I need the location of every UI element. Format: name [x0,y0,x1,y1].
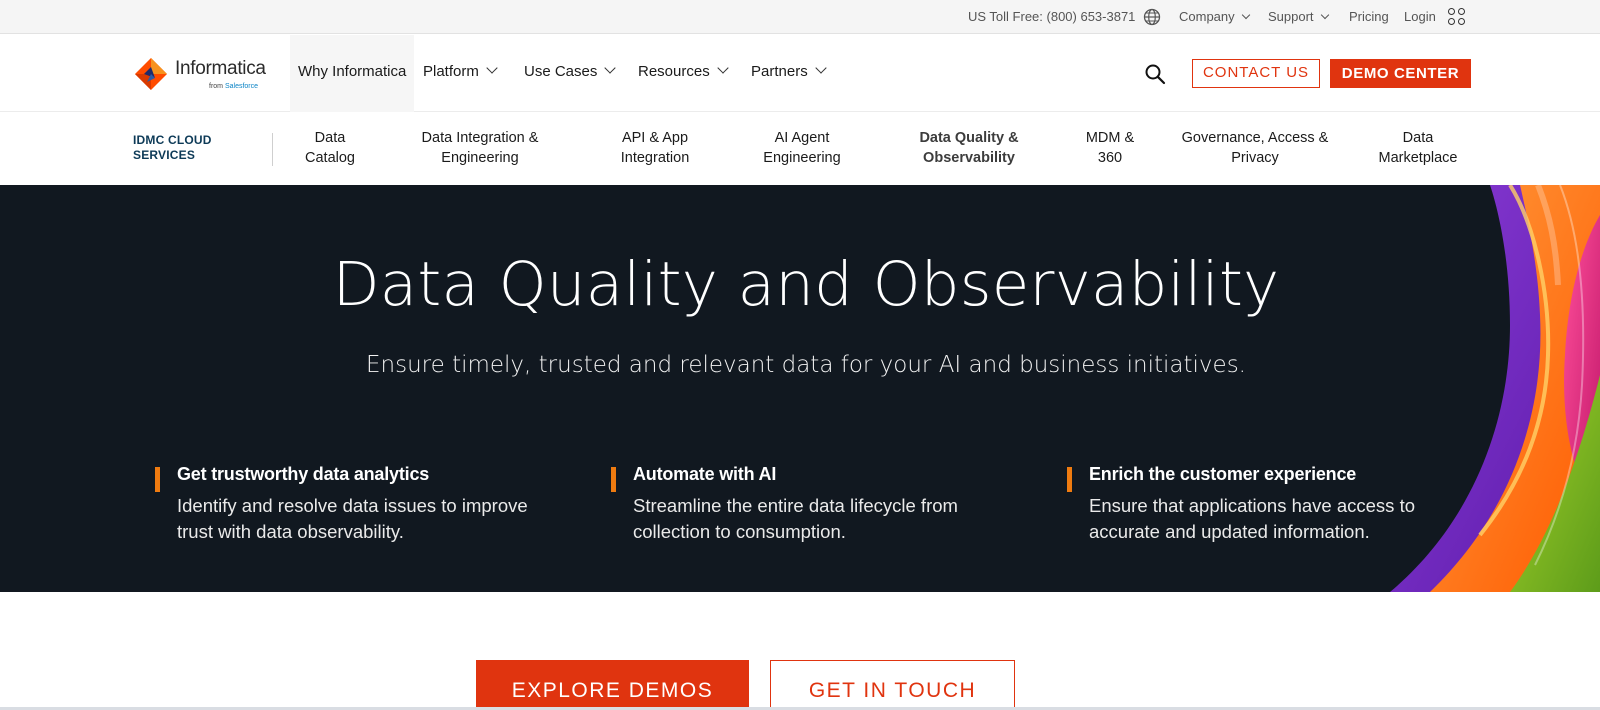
sub-nav-mdm-360[interactable]: MDM & 360 [1086,128,1134,168]
sub-nav-ai-agent-engineering[interactable]: AI Agent Engineering [763,128,840,168]
explore-demos-button[interactable]: EXPLORE DEMOS [476,660,749,710]
sub-nav-label-line2: Marketplace [1378,150,1458,166]
utility-bar: US Toll Free: (800) 653-3871 Company Sup… [0,0,1600,34]
logo-from: from [209,83,223,90]
feature-description-line2: trust with data observability. [177,521,404,542]
feature-description: Identify and resolve data issues to impr… [177,493,577,545]
feature-title: Enrich the customer experience [1089,464,1357,484]
sub-nav-data-integration[interactable]: Data Integration & Engineering [422,128,539,168]
login-link[interactable]: Login [1404,0,1436,34]
sub-nav-data-marketplace[interactable]: Data Marketplace [1379,128,1458,168]
support-menu[interactable]: Support [1268,0,1329,34]
sub-nav-label-line2: Integration [620,150,690,166]
search-icon[interactable] [1144,63,1166,85]
sub-nav-label-line1: Governance, Access & [1181,130,1329,146]
feature-accent-bar [155,467,160,492]
chevron-down-icon [486,62,498,74]
sub-nav-governance[interactable]: Governance, Access & Privacy [1182,128,1329,168]
globe-icon[interactable] [1143,8,1161,26]
sub-nav-data-catalog[interactable]: Data Catalog [305,128,355,168]
feature-description: Ensure that applications have access to a… [1089,493,1489,545]
feature-description-line1: Streamline the entire data lifecycle fro… [633,495,958,516]
hero-banner: Data Quality and Observability Ensure ti… [0,185,1600,592]
sub-nav-label-line2: Observability [923,150,1015,166]
sub-nav-label-line1: AI Agent [774,130,830,146]
feature-description-line1: Ensure that applications have access to [1089,495,1415,516]
feature-title: Get trustworthy data analytics [177,464,430,484]
support-label: Support [1268,9,1314,24]
sub-nav-data-quality-current[interactable]: Data Quality & Observability [919,128,1018,168]
logo-tagline: from Salesforce [209,83,258,90]
chevron-down-icon [1241,10,1250,20]
company-label: Company [1179,9,1235,24]
nav-partners[interactable]: Partners [751,35,827,112]
chevron-down-icon [717,62,729,74]
nav-resources-label: Resources [638,63,710,80]
nav-partners-label: Partners [751,63,808,80]
sub-nav-label-line1: Data [1402,130,1434,146]
logo-wordmark: Informatica [175,58,266,79]
sub-nav-label-line2: Engineering [763,150,841,166]
logo-salesforce: Salesforce [224,83,259,90]
nav-platform[interactable]: Platform [423,35,498,112]
pricing-link[interactable]: Pricing [1349,0,1389,34]
sub-nav-label-line1: Data [314,130,346,146]
sub-nav-label-line2: Privacy [1231,150,1279,166]
nav-platform-label: Platform [423,63,479,80]
sub-navigation: IDMC CLOUD SERVICES Data Catalog Data Int… [0,112,1600,185]
chevron-down-icon [604,62,617,74]
feature-description-line1: Identify and resolve data issues to impr… [177,495,528,516]
feature-accent-bar [611,467,616,492]
nav-why-informatica-label: Why Informatica [298,63,407,80]
sub-nav-label-line1: Data Quality & [919,130,1019,146]
feature-title: Automate with AI [633,464,777,484]
feature-accent-bar [1067,467,1072,492]
sub-nav-api-app-integration[interactable]: API & App Integration [621,128,690,168]
nav-use-cases-label: Use Cases [524,63,598,80]
informatica-logo-icon [135,58,167,90]
nav-why-informatica[interactable]: Why Informatica [290,35,415,112]
nav-resources[interactable]: Resources [638,35,729,112]
get-in-touch-button[interactable]: GET IN TOUCH [770,660,1015,710]
apps-grid-icon[interactable] [1448,8,1466,26]
sub-nav-title[interactable]: IDMC CLOUD SERVICES [133,133,243,163]
sub-nav-label-line2: Catalog [305,150,355,166]
sub-nav-label-line2: 360 [1097,150,1123,166]
sub-nav-label-line1: MDM & [1085,130,1135,146]
chevron-down-icon [1320,10,1329,20]
nav-use-cases[interactable]: Use Cases [524,35,617,112]
feature-customer-experience: Enrich the customer experience Ensure th… [1067,462,1489,545]
sub-nav-label-line1: API & App [621,130,689,146]
chevron-down-icon [815,62,827,74]
feature-description-line2: collection to consumption. [633,521,846,542]
hero-subtitle: Ensure timely, trusted and relevant data… [366,352,1246,378]
informatica-logo[interactable]: Informatica from Salesforce [133,56,273,94]
toll-free-number[interactable]: US Toll Free: (800) 653-3871 [968,0,1135,34]
sub-nav-label-line1: Data Integration & [421,130,539,146]
divider [272,133,273,166]
company-menu[interactable]: Company [1179,0,1250,34]
demo-center-button[interactable]: DEMO CENTER [1330,59,1471,88]
main-navigation: Informatica from Salesforce Why Informat… [0,35,1600,112]
feature-automate-ai: Automate with AI Streamline the entire d… [611,462,1033,545]
hero-title: Data Quality and Observability [332,249,1280,320]
feature-description-line2: accurate and updated information. [1089,521,1370,542]
contact-us-button[interactable]: CONTACT US [1192,59,1320,88]
feature-trustworthy-analytics: Get trustworthy data analytics Identify … [155,462,577,545]
sub-nav-label-line2: Engineering [441,150,519,166]
feature-description: Streamline the entire data lifecycle fro… [633,493,1033,545]
